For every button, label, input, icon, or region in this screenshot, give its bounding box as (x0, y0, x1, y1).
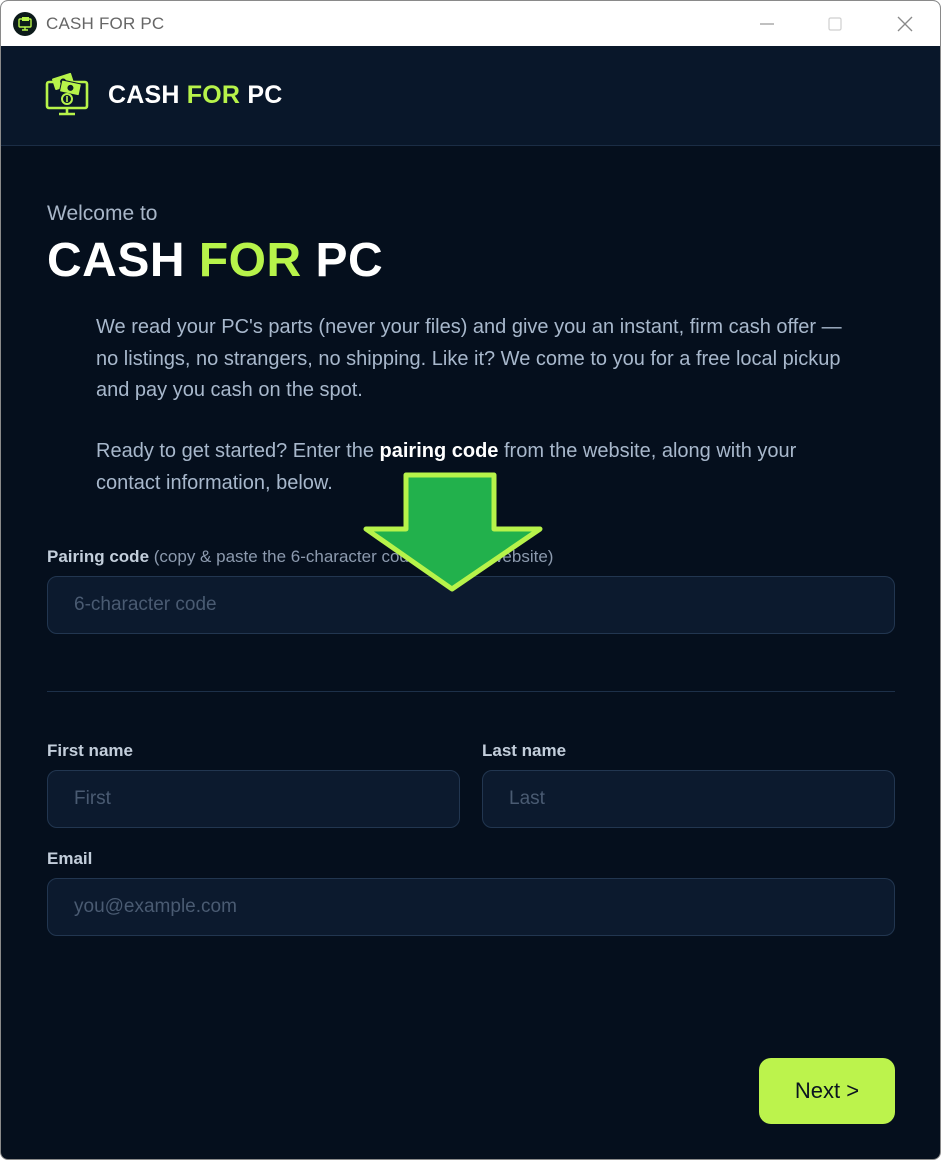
intro-paragraph: We read your PC's parts (never your file… (96, 316, 842, 401)
cash-monitor-icon (45, 72, 89, 116)
next-button[interactable]: Next > (759, 1058, 895, 1124)
title-part-for: FOR (198, 234, 302, 287)
email-label: Email (47, 849, 93, 868)
window-title: CASH FOR PC (46, 14, 165, 33)
brand-part-cash: CASH (108, 81, 180, 109)
brand-part-pc: PC (247, 81, 283, 109)
title-part-cash: CASH (47, 234, 186, 287)
instructions-text-before: Ready to get started? Enter the (96, 440, 380, 462)
close-button[interactable] (875, 1, 935, 46)
last-name-input[interactable] (482, 770, 895, 828)
first-name-input[interactable] (47, 770, 460, 828)
email-input[interactable] (47, 878, 895, 936)
cash-monitor-icon (13, 12, 37, 36)
instructions-highlight: pairing code (379, 440, 499, 462)
brand-name: CASH FOR PC (108, 81, 282, 110)
brand-part-for: FOR (186, 81, 241, 109)
app-window: CASH FOR PC CASH FOR PC Welcome to CASH … (0, 0, 941, 1160)
first-name-label: First name (47, 741, 133, 760)
minimize-icon (760, 22, 774, 25)
page-title: CASH FOR PC (47, 233, 383, 288)
section-divider (47, 691, 895, 692)
arrow-down-icon (363, 472, 543, 592)
last-name-label: Last name (482, 741, 567, 760)
minimize-button[interactable] (737, 1, 797, 46)
pairing-code-label-text: Pairing code (47, 547, 150, 566)
maximize-button[interactable] (805, 1, 865, 46)
app-header: CASH FOR PC (1, 46, 940, 146)
maximize-icon (828, 16, 842, 31)
welcome-subtitle: Welcome to (47, 202, 158, 225)
close-icon (897, 16, 913, 31)
title-part-pc: PC (315, 234, 384, 287)
title-bar[interactable]: CASH FOR PC (1, 1, 940, 46)
